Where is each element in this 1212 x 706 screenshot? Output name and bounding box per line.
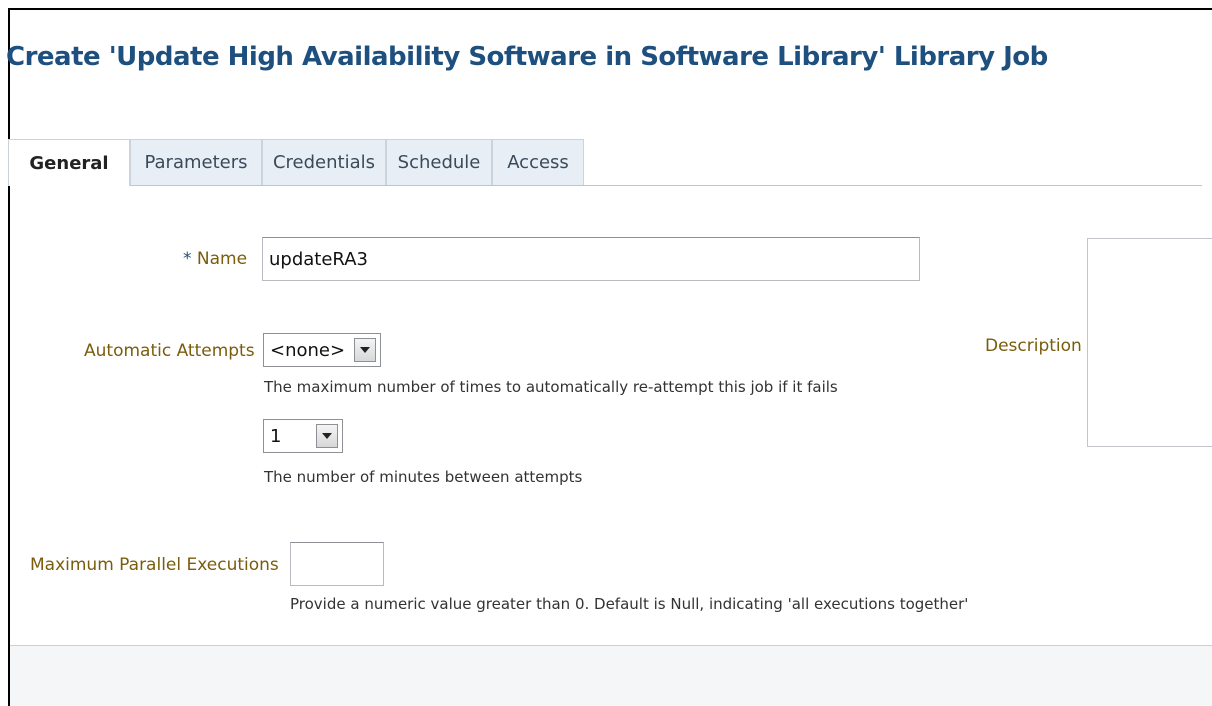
- automatic-attempts-hint: The maximum number of times to automatic…: [264, 378, 838, 396]
- tab-bar: General Parameters Credentials Schedule …: [8, 139, 1202, 186]
- automatic-attempts-label: Automatic Attempts: [84, 341, 255, 361]
- minutes-between-select[interactable]: 1: [263, 419, 343, 453]
- automatic-attempts-select[interactable]: <none>: [263, 333, 381, 367]
- chevron-down-icon[interactable]: [316, 424, 338, 448]
- minutes-between-value: 1: [270, 425, 282, 447]
- chevron-down-icon[interactable]: [354, 338, 376, 362]
- description-label: Description: [985, 336, 1082, 356]
- automatic-attempts-value: <none>: [270, 339, 346, 361]
- footer-band: [10, 646, 1212, 706]
- page-title: Create 'Update High Availability Softwar…: [6, 42, 1048, 72]
- name-label: * Name: [183, 249, 247, 269]
- max-parallel-hint: Provide a numeric value greater than 0. …: [290, 595, 969, 613]
- tab-access[interactable]: Access: [492, 139, 584, 185]
- max-parallel-input[interactable]: [290, 542, 384, 586]
- minutes-between-hint: The number of minutes between attempts: [264, 468, 583, 486]
- required-marker: *: [183, 249, 192, 269]
- name-label-text: Name: [196, 249, 248, 269]
- description-textarea[interactable]: [1087, 238, 1212, 447]
- max-parallel-label: Maximum Parallel Executions: [30, 555, 279, 575]
- tab-schedule[interactable]: Schedule: [386, 139, 492, 185]
- tab-credentials[interactable]: Credentials: [262, 139, 386, 185]
- name-input[interactable]: [262, 237, 920, 281]
- tab-parameters[interactable]: Parameters: [130, 139, 262, 185]
- tab-general[interactable]: General: [8, 139, 130, 186]
